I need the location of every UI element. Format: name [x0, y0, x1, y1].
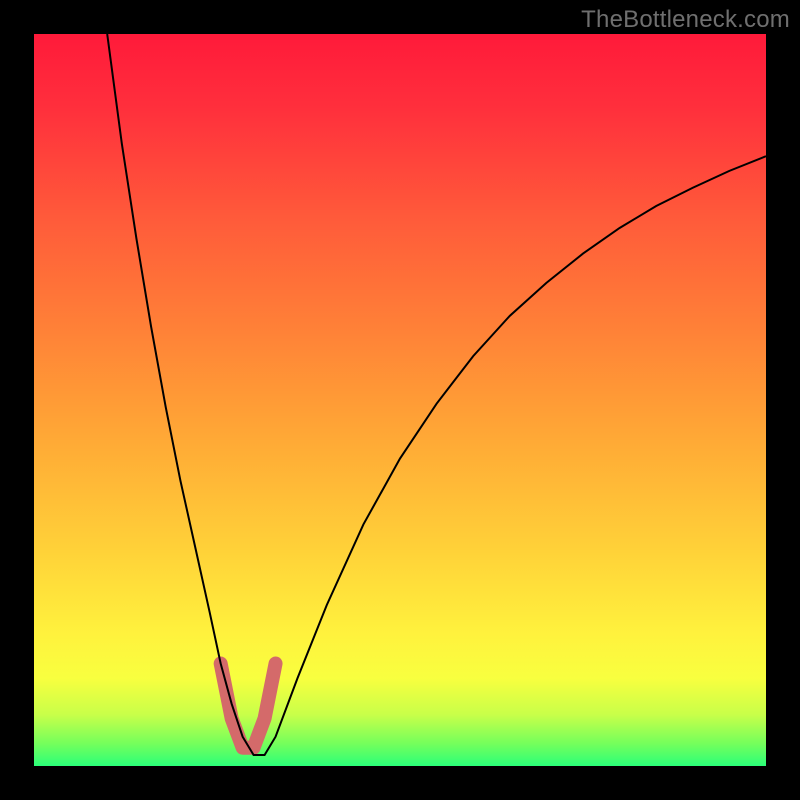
- plot-area: [34, 34, 766, 766]
- watermark-text: TheBottleneck.com: [581, 6, 790, 34]
- bracket-highlight: [221, 664, 276, 748]
- chart-svg: [34, 34, 766, 766]
- bottleneck-curve: [107, 34, 766, 755]
- chart-frame: TheBottleneck.com: [0, 0, 800, 800]
